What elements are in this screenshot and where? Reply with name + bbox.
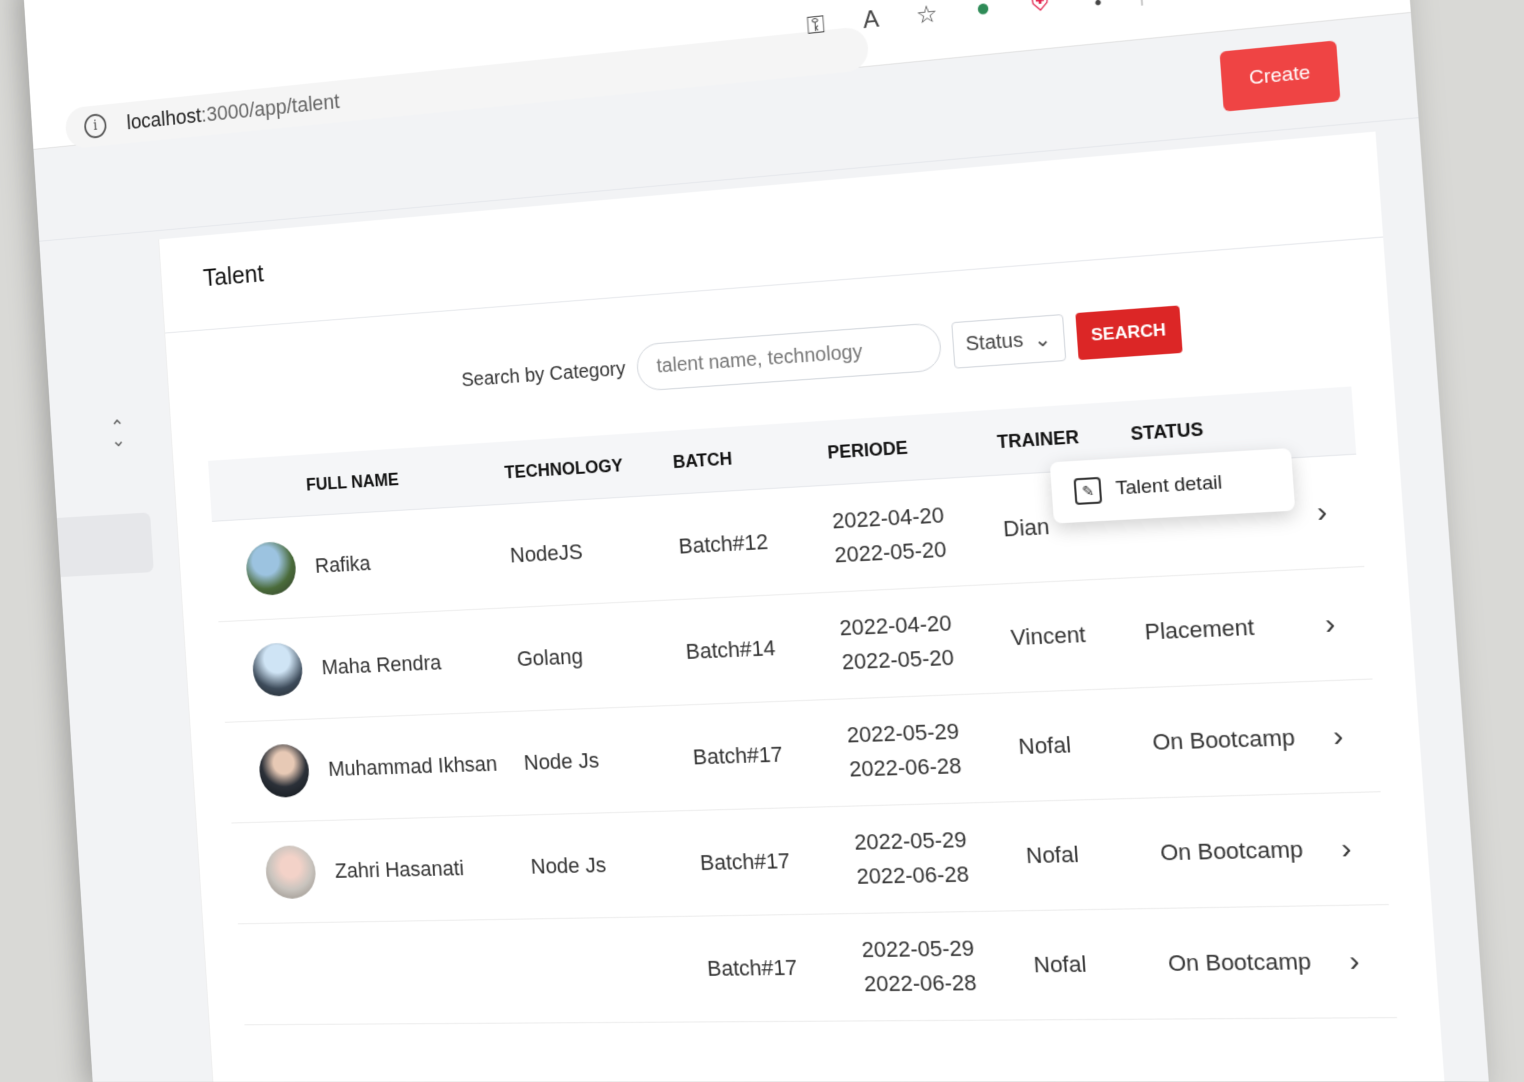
avatar [264, 845, 318, 900]
periode-cell: 2022-05-29 2022-06-28 [846, 712, 1021, 786]
puzzle-extensions-icon[interactable]: ✣ [1081, 0, 1114, 14]
status-select-value: Status [964, 328, 1024, 356]
browser-action-icons: ⚿ A ☆ ● ⛨ ✣ ✩ ⊞ ● [800, 0, 1321, 42]
trainer-cell: Nofal [1025, 841, 1080, 869]
chevron-right-icon[interactable]: › [1340, 831, 1386, 866]
periode-start: 2022-05-29 [846, 718, 960, 748]
talent-name: Muhammad Ikhsan [327, 751, 499, 781]
search-button[interactable]: SEARCH [1075, 305, 1183, 361]
avatar [244, 540, 298, 597]
toolbar-separator [1139, 0, 1144, 6]
shield-extension-icon[interactable]: ⛨ [1024, 0, 1057, 20]
column-header-status[interactable]: STATUS [1130, 412, 1311, 445]
url-text[interactable]: localhost:3000/app/talent [126, 89, 340, 135]
batch-cell: Batch#17 [706, 954, 798, 981]
batch-cell: Batch#17 [699, 848, 791, 876]
favorites-icon[interactable]: ✩ [1168, 0, 1202, 5]
batch-cell: Batch#14 [684, 635, 777, 664]
avatar [251, 642, 304, 698]
periode-end: 2022-06-28 [855, 861, 970, 889]
status-cell: On Bootcamp [1151, 724, 1296, 755]
trainer-cell: Nofal [1032, 951, 1088, 978]
sidebar-toggle-icon[interactable]: ⌃ ⌄ [110, 417, 126, 451]
extension-globe-icon[interactable]: ● [967, 0, 999, 25]
periode-start: 2022-05-29 [860, 935, 976, 963]
technology-cell [538, 969, 708, 971]
periode-cell: 2022-04-20 2022-05-20 [838, 604, 1013, 680]
talent-detail-label: Talent detail [1115, 471, 1223, 500]
talent-name: Maha Rendra [320, 650, 443, 680]
column-header-batch[interactable]: BATCH [672, 442, 828, 472]
talent-table: FULL NAME TECHNOLOGY BATCH PERIODE TRAIN… [208, 386, 1398, 1026]
periode-end: 2022-06-28 [863, 969, 978, 997]
browser-toolbar: i localhost:3000/app/talent ⚿ A ☆ ● ⛨ ✣ … [22, 0, 1411, 150]
technology-cell: NodeJS [509, 539, 584, 568]
status-cell: On Bootcamp [1167, 948, 1312, 977]
periode-cell: 2022-05-29 2022-06-28 [853, 821, 1028, 894]
name-cell: Maha Rendra [220, 632, 519, 698]
periode-cell: 2022-04-20 2022-05-20 [831, 495, 1006, 573]
address-bar[interactable]: i localhost:3000/app/talent [64, 25, 870, 150]
chevron-right-icon[interactable]: › [1332, 718, 1378, 753]
chevron-down-icon: ⌄ [1033, 327, 1052, 352]
avatar [257, 743, 311, 799]
trainer-cell: Nofal [1017, 731, 1072, 760]
name-cell: Zahri Hasanati [233, 840, 533, 900]
title-divider [165, 236, 1384, 334]
create-button[interactable]: Create [1219, 40, 1341, 112]
page-title: Talent [202, 258, 265, 292]
status-cell: On Bootcamp [1159, 836, 1304, 866]
talent-name: Zahri Hasanati [334, 855, 465, 883]
column-header-full-name[interactable]: FULL NAME [209, 462, 505, 500]
column-header-actions [1311, 420, 1354, 423]
table-row[interactable]: Batch#17 2022-05-29 2022-06-28 Nofal On B… [237, 905, 1398, 1026]
chevron-right-icon[interactable]: › [1348, 944, 1394, 978]
favorite-add-icon[interactable]: ☆ [911, 0, 943, 31]
search-bar: Search by Category Status ⌄ SEARCH [460, 304, 1183, 403]
sidebar-item-active[interactable] [56, 512, 154, 578]
column-header-technology[interactable]: TECHNOLOGY [504, 452, 674, 483]
chevron-right-icon[interactable]: › [1324, 606, 1370, 641]
talent-detail-menu-item[interactable]: ✎ Talent detail [1049, 448, 1296, 524]
periode-end: 2022-05-20 [841, 644, 955, 675]
search-input[interactable] [635, 322, 943, 392]
chevron-right-icon[interactable]: › [1316, 493, 1362, 529]
trainer-cell: Vincent [1009, 621, 1087, 651]
talent-name: Rafika [314, 550, 372, 578]
search-label: Search by Category [460, 357, 627, 391]
technology-cell: Node Js [523, 747, 600, 775]
technology-cell: Golang [516, 643, 584, 671]
periode-start: 2022-05-29 [853, 826, 968, 855]
status-cell: Placement [1143, 614, 1256, 645]
edit-icon: ✎ [1073, 476, 1103, 505]
column-header-periode[interactable]: PERIODE [826, 425, 998, 470]
browser-window: i localhost:3000/app/talent ⚿ A ☆ ● ⛨ ✣ … [22, 0, 1489, 1082]
status-select[interactable]: Status ⌄ [950, 314, 1067, 369]
name-cell [241, 971, 538, 974]
name-cell: Rafika [213, 529, 511, 598]
info-icon[interactable]: i [83, 112, 108, 140]
batch-cell: Batch#12 [677, 529, 769, 559]
key-icon[interactable]: ⚿ [800, 10, 831, 43]
read-aloud-icon[interactable]: A [855, 4, 887, 37]
column-header-trainer[interactable]: TRAINER [996, 423, 1131, 453]
main-content: Talent Search by Category Status ⌄ SEARC… [158, 131, 1445, 1082]
name-cell: Muhammad Ikhsan [226, 736, 525, 799]
technology-cell: Node Js [529, 852, 607, 879]
periode-cell: 2022-05-29 2022-06-28 [861, 930, 1037, 1001]
batch-cell: Batch#17 [692, 741, 784, 770]
periode-end: 2022-06-28 [848, 752, 963, 782]
